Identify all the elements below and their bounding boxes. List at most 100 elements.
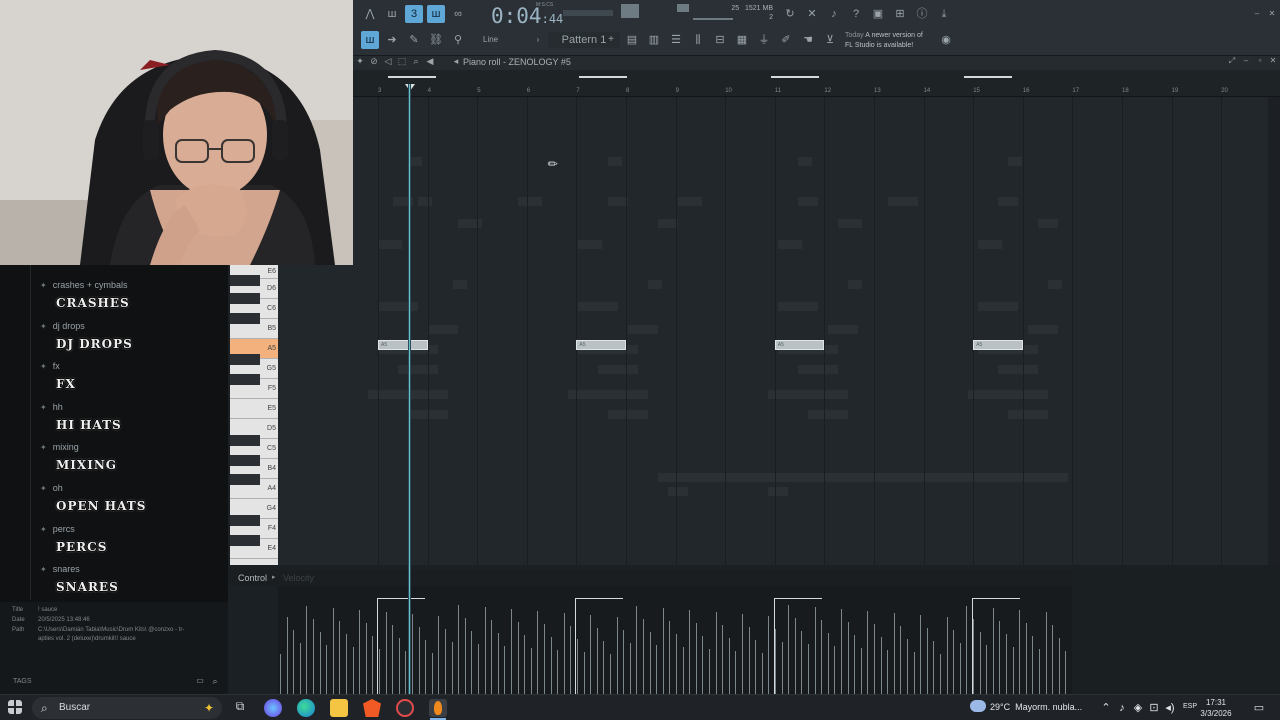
velocity-stem[interactable] <box>524 635 526 694</box>
velocity-stem[interactable] <box>1019 610 1021 694</box>
velocity-stem-selected[interactable] <box>575 598 576 694</box>
velocity-stem[interactable] <box>537 611 539 694</box>
velocity-stem[interactable] <box>643 619 644 694</box>
velocity-stem[interactable] <box>794 618 796 694</box>
pencil-tool-icon[interactable]: ✎ <box>405 31 423 49</box>
piano-black-key[interactable] <box>230 354 260 365</box>
velocity-stem[interactable] <box>339 621 341 694</box>
panic-icon[interactable]: ✕ <box>803 5 821 23</box>
velocity-stem[interactable] <box>431 653 433 694</box>
velocity-stem[interactable] <box>359 610 361 694</box>
velocity-stem[interactable] <box>451 642 453 694</box>
piano-key-e5[interactable]: E5 <box>230 399 278 419</box>
piano-black-key[interactable] <box>230 535 260 546</box>
velocity-stem[interactable] <box>603 641 605 694</box>
velocity-stem[interactable] <box>1032 636 1034 694</box>
velocity-stem[interactable] <box>913 652 915 694</box>
note-grid[interactable]: A5 A5 A5 A5 <box>278 97 1268 565</box>
vertical-scrollbar[interactable] <box>1268 97 1280 565</box>
velocity-stem[interactable] <box>709 649 710 694</box>
velocity-stem[interactable] <box>860 648 862 694</box>
velocity-stem[interactable] <box>662 608 664 694</box>
velocity-stem[interactable] <box>616 617 618 694</box>
velocity-stem-selected[interactable] <box>774 598 775 694</box>
control-label[interactable]: Control <box>238 573 267 583</box>
velocity-stem[interactable] <box>827 633 829 694</box>
velocity-stem[interactable] <box>504 646 506 694</box>
browser-folder[interactable]: ✦ mixing <box>40 442 79 452</box>
folder-icon[interactable]: ▭ <box>194 675 206 687</box>
velocity-stem[interactable] <box>313 619 314 694</box>
browser-folder[interactable]: ✦ fx <box>40 361 60 371</box>
velocity-stem[interactable] <box>352 647 354 694</box>
velocity-stem[interactable] <box>880 637 882 694</box>
system-clock[interactable]: 17:31 3/3/2026 <box>1198 697 1234 719</box>
zoom-icon[interactable]: ⌕ <box>409 54 423 68</box>
velocity-stem[interactable] <box>280 654 281 694</box>
browser-folder[interactable]: ✦ crashes + cymbals <box>40 280 127 290</box>
velocity-stem[interactable] <box>867 611 869 694</box>
copilot-icon[interactable] <box>264 699 282 717</box>
velocity-stem[interactable] <box>973 619 974 694</box>
browser-folder[interactable]: ✦ dj drops <box>40 321 85 331</box>
velocity-stem[interactable] <box>484 607 486 694</box>
velocity-stem[interactable] <box>425 640 427 694</box>
loop-marker[interactable] <box>771 76 819 78</box>
folder-logo-image[interactable]: OPEN HATS <box>56 499 146 513</box>
velocity-stem[interactable] <box>986 645 988 694</box>
master-pitch-meter[interactable] <box>677 4 689 12</box>
tags-label[interactable]: TAGS <box>13 678 32 685</box>
browser-folder[interactable]: ✦ snares <box>40 564 80 574</box>
loop-record-icon[interactable]: ∞ <box>449 5 467 23</box>
velocity-stem[interactable] <box>728 638 730 694</box>
velocity-stem[interactable] <box>847 622 849 694</box>
velocity-stem[interactable] <box>438 616 440 694</box>
globe-icon[interactable]: ◉ <box>937 31 955 49</box>
piano-black-key[interactable] <box>230 515 260 526</box>
velocity-stem[interactable] <box>1045 612 1047 694</box>
loop-marker[interactable] <box>579 76 627 78</box>
velocity-stem[interactable] <box>907 639 908 694</box>
velocity-stem[interactable] <box>326 645 328 694</box>
pr-close-icon[interactable]: ✕ <box>1266 54 1280 68</box>
piano-black-key[interactable] <box>230 313 260 324</box>
velocity-stem[interactable] <box>682 647 684 694</box>
browser-folder[interactable]: ✦ hh <box>40 402 63 412</box>
velocity-stem[interactable] <box>557 650 559 694</box>
obs-icon[interactable] <box>396 699 414 717</box>
brave-icon[interactable] <box>363 699 381 717</box>
folder-logo-image[interactable]: SNARES <box>56 580 119 594</box>
piano-roll-title[interactable]: Piano roll - ZENOLOGY #5 <box>463 57 571 67</box>
edge-icon[interactable] <box>297 699 315 717</box>
no-icon[interactable]: ⊘ <box>367 54 381 68</box>
velocity-stem[interactable] <box>332 608 334 694</box>
folder-logo-image[interactable]: PERCS <box>56 540 107 554</box>
microphone-icon[interactable]: ♪ <box>825 5 843 23</box>
velocity-stem[interactable] <box>372 636 374 694</box>
velocity-stem[interactable] <box>306 606 308 694</box>
taskbar-search[interactable]: ⌕ Buscar ✦ <box>32 697 222 719</box>
snap-mode-label[interactable]: Line <box>483 35 498 44</box>
chevron-right-icon[interactable]: ▸ <box>272 573 276 581</box>
chevron-right-icon[interactable]: › <box>529 31 547 49</box>
velocity-stem[interactable] <box>544 624 545 694</box>
velocity-stem[interactable] <box>979 632 981 694</box>
mixer-icon[interactable]: ⊞ <box>891 5 909 23</box>
velocity-stem[interactable] <box>761 653 763 694</box>
velocity-stem[interactable] <box>445 629 446 694</box>
piano-keyboard[interactable]: E6 D6 C6 B5 A5 G5 F5 E5 D5 C5 B4 A4 G4 F4 E4 <box>230 265 278 565</box>
velocity-stem[interactable] <box>722 625 724 694</box>
velocity-stem[interactable] <box>511 609 512 694</box>
velocity-stem-selected[interactable] <box>377 598 378 694</box>
velocity-stem[interactable] <box>405 651 407 694</box>
velocity-stem[interactable] <box>497 633 499 694</box>
piano-black-key[interactable] <box>230 374 260 385</box>
velocity-stem[interactable] <box>636 606 638 694</box>
clipboard-icon[interactable]: ▦ <box>733 31 751 49</box>
search-icon[interactable]: ⌕ <box>209 675 221 687</box>
velocity-stem[interactable] <box>286 617 288 694</box>
note-block[interactable]: A5 <box>576 340 626 350</box>
metronome-icon[interactable]: ⋀ <box>361 5 379 23</box>
windows-start-icon[interactable] <box>8 700 22 714</box>
mute-icon[interactable]: ◁ <box>381 54 395 68</box>
